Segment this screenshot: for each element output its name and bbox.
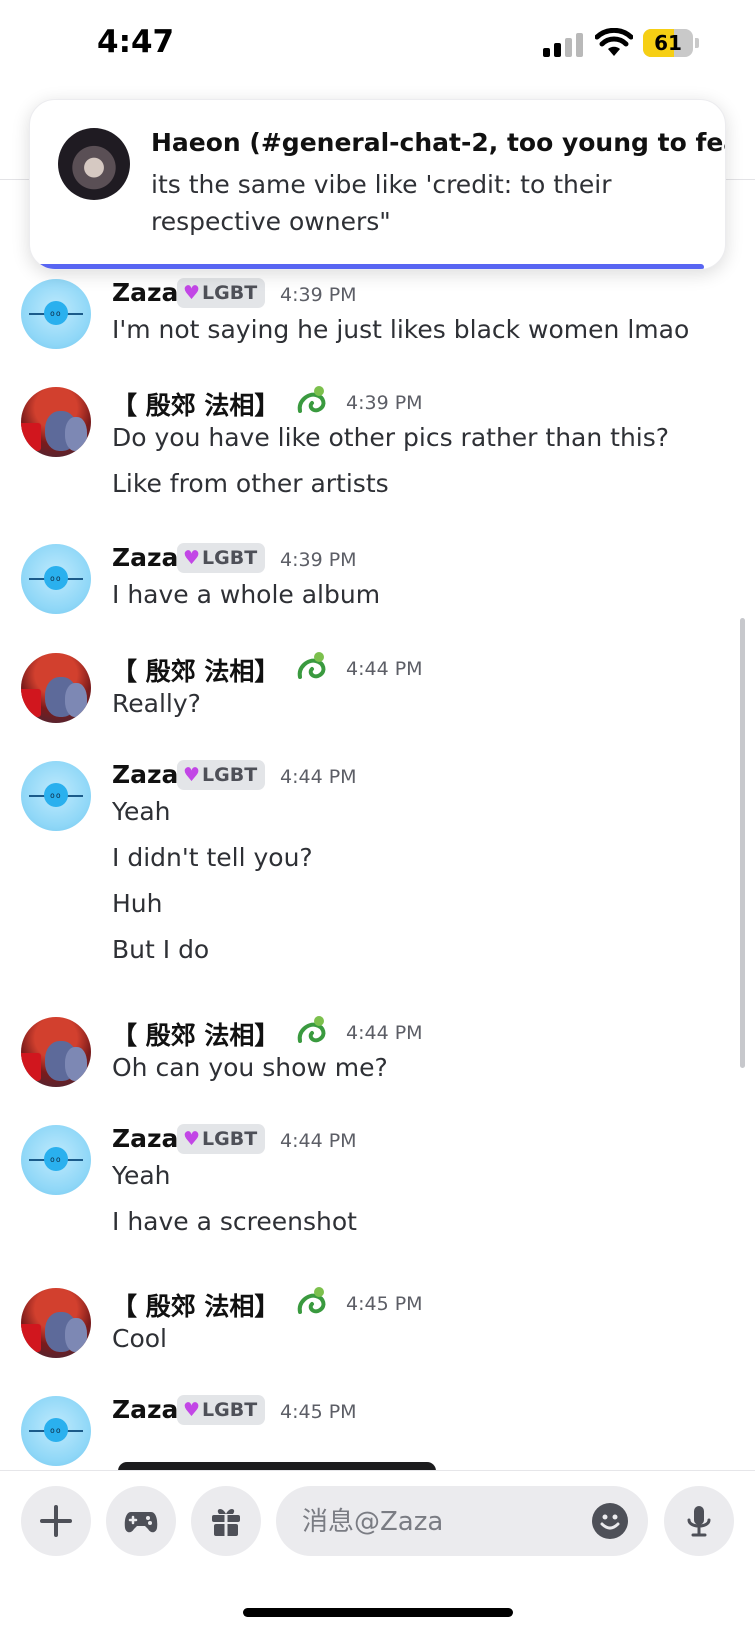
timestamp: 4:45 PM bbox=[346, 1293, 423, 1315]
avatar-zaza[interactable]: oo bbox=[21, 1396, 91, 1466]
heart-icon: ♥ bbox=[183, 547, 201, 569]
wifi-icon bbox=[595, 28, 633, 56]
message-text: Do you have like other pics rather than … bbox=[112, 423, 670, 452]
timestamp: 4:39 PM bbox=[280, 284, 357, 306]
username[interactable]: Zaza bbox=[112, 278, 178, 307]
activities-button[interactable] bbox=[106, 1486, 176, 1556]
message-text: But I do bbox=[112, 935, 210, 964]
message-text: I'm not saying he just likes black women… bbox=[112, 315, 690, 344]
status-bar: 4:47 61 bbox=[0, 0, 755, 92]
microphone-icon bbox=[687, 1506, 711, 1537]
heart-icon: ♥ bbox=[183, 764, 201, 786]
message-text: Cool bbox=[112, 1324, 167, 1353]
dragon-emoji-icon bbox=[297, 1287, 326, 1314]
username[interactable]: 【 殷郊 法相】 bbox=[112, 1016, 279, 1052]
battery-icon: 61 bbox=[643, 29, 693, 57]
heart-icon: ♥ bbox=[183, 1399, 201, 1421]
battery-tip bbox=[695, 38, 699, 48]
voice-button[interactable] bbox=[664, 1486, 734, 1556]
status-time: 4:47 bbox=[97, 24, 175, 60]
timestamp: 4:44 PM bbox=[280, 766, 357, 788]
timestamp: 4:45 PM bbox=[280, 1401, 357, 1423]
avatar-zaza[interactable]: oo bbox=[21, 761, 91, 831]
notification-progress-bar bbox=[30, 264, 704, 269]
role-tag: ♥ LGBT bbox=[177, 1395, 266, 1425]
battery-level: 61 bbox=[654, 31, 682, 55]
avatar-fa[interactable] bbox=[21, 1017, 91, 1087]
username[interactable]: 【 殷郊 法相】 bbox=[112, 386, 279, 422]
timestamp: 4:44 PM bbox=[346, 658, 423, 680]
username[interactable]: Zaza bbox=[112, 1124, 178, 1153]
dragon-emoji-icon bbox=[297, 386, 326, 413]
timestamp: 4:44 PM bbox=[346, 1022, 423, 1044]
plus-icon bbox=[40, 1505, 72, 1537]
message-text: Like from other artists bbox=[112, 469, 389, 498]
avatar-zaza[interactable]: oo bbox=[21, 1125, 91, 1195]
message-input[interactable] bbox=[300, 1486, 574, 1558]
avatar-fa[interactable] bbox=[21, 387, 91, 457]
message-text: Yeah bbox=[112, 797, 171, 826]
emoji-icon bbox=[600, 1514, 620, 1530]
avatar-fa[interactable] bbox=[21, 653, 91, 723]
add-button[interactable] bbox=[21, 1486, 91, 1556]
gift-button[interactable] bbox=[191, 1486, 261, 1556]
role-tag: ♥ LGBT bbox=[177, 278, 266, 308]
emoji-button[interactable] bbox=[592, 1503, 628, 1539]
cellular-signal-icon bbox=[543, 33, 585, 57]
notification-body: its the same vibe like 'credit: to their… bbox=[151, 170, 612, 236]
username[interactable]: Zaza bbox=[112, 1395, 178, 1424]
notification-banner[interactable]: Haeon (#general-chat-2, too young to fea… bbox=[29, 99, 726, 270]
avatar-zaza[interactable]: oo bbox=[21, 544, 91, 614]
heart-icon: ♥ bbox=[183, 282, 201, 304]
timestamp: 4:39 PM bbox=[280, 549, 357, 571]
role-tag: ♥ LGBT bbox=[177, 760, 266, 790]
avatar-zaza[interactable]: oo bbox=[21, 279, 91, 349]
timestamp: 4:39 PM bbox=[346, 392, 423, 414]
message-text: Huh bbox=[112, 889, 163, 918]
username[interactable]: Zaza bbox=[112, 543, 178, 572]
dragon-emoji-icon bbox=[297, 652, 326, 679]
gamepad-icon bbox=[124, 1512, 158, 1533]
message-text: I have a whole album bbox=[112, 580, 381, 609]
role-tag: ♥ LGBT bbox=[177, 1124, 266, 1154]
notification-avatar bbox=[58, 128, 130, 200]
scrollbar[interactable] bbox=[740, 618, 745, 1068]
heart-icon: ♥ bbox=[183, 1128, 201, 1150]
message-list[interactable]: oo Zaza ♥ LGBT 4:39 PM I'm not saying he … bbox=[0, 180, 755, 1470]
dragon-emoji-icon bbox=[297, 1016, 326, 1043]
avatar-fa[interactable] bbox=[21, 1288, 91, 1358]
message-text: Really? bbox=[112, 689, 201, 718]
message-text: Oh can you show me? bbox=[112, 1053, 388, 1082]
username[interactable]: 【 殷郊 法相】 bbox=[112, 652, 279, 688]
message-text: Yeah bbox=[112, 1161, 171, 1190]
gift-icon bbox=[212, 1509, 240, 1536]
role-tag: ♥ LGBT bbox=[177, 543, 266, 573]
timestamp: 4:44 PM bbox=[280, 1130, 357, 1152]
message-text: I have a screenshot bbox=[112, 1207, 357, 1236]
username[interactable]: Zaza bbox=[112, 760, 178, 789]
message-text: I didn't tell you? bbox=[112, 843, 313, 872]
message-input-wrapper[interactable] bbox=[276, 1486, 648, 1558]
home-indicator[interactable] bbox=[243, 1608, 513, 1617]
username[interactable]: 【 殷郊 法相】 bbox=[112, 1287, 279, 1323]
notification-title: Haeon (#general-chat-2, too young to fea… bbox=[151, 128, 726, 157]
